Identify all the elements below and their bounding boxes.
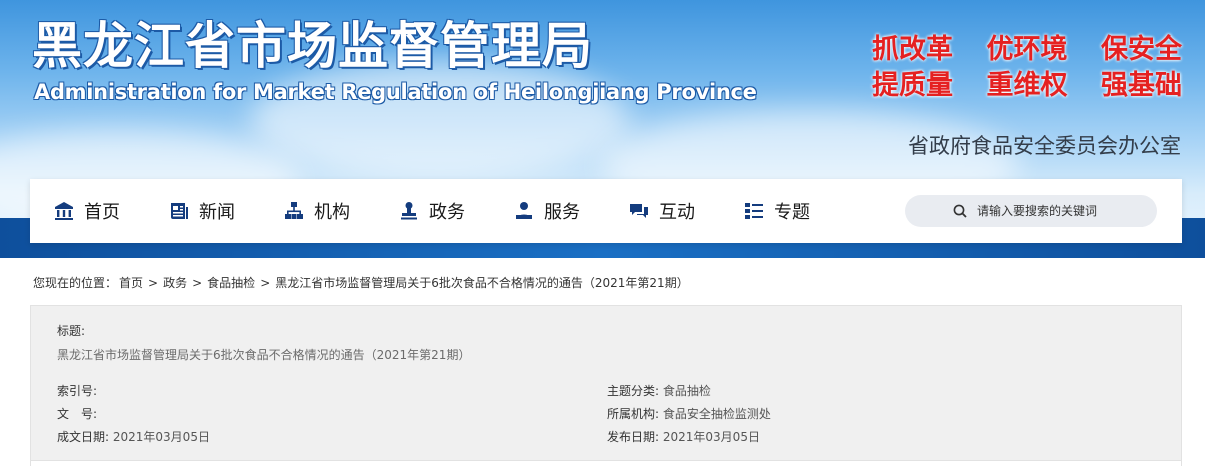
- published-date-label: 发布日期:: [607, 430, 660, 444]
- list-icon: [745, 203, 763, 219]
- created-date-field: 成文日期: 2021年03月05日: [57, 428, 210, 445]
- published-date-field: 发布日期: 2021年03月05日: [607, 428, 760, 445]
- breadcrumb-separator: >: [148, 276, 159, 290]
- org-field: 所属机构: 食品安全抽检监测处: [607, 405, 771, 422]
- title-value: 黑龙江省市场监督管理局关于6批次食品不合格情况的通告（2021年第21期）: [57, 348, 471, 362]
- nav-item-topics[interactable]: 专题: [744, 179, 859, 243]
- nav-item-label: 机构: [314, 202, 350, 223]
- search-box: [905, 195, 1157, 227]
- nav-item-affairs[interactable]: 政务: [399, 179, 514, 243]
- cloud-decoration: [250, 60, 630, 180]
- nav-item-label: 服务: [544, 202, 580, 223]
- office-name: 省政府食品安全委员会办公室: [908, 134, 1181, 158]
- nav-item-label: 首页: [84, 202, 120, 223]
- bank-icon: [55, 202, 73, 220]
- docno-field: 文 号:: [57, 405, 97, 422]
- slogan: 强基础: [1101, 70, 1182, 101]
- org-value: 食品安全抽检监测处: [662, 407, 771, 421]
- nav-item-label: 新闻: [199, 202, 235, 223]
- chat-icon: [630, 204, 648, 218]
- nav-item-home[interactable]: 首页: [54, 179, 169, 243]
- slogan-row: 提质量 重维权 强基础: [872, 68, 1182, 104]
- document-meta-panel: 标题: 黑龙江省市场监督管理局关于6批次食品不合格情况的通告（2021年第21期…: [30, 305, 1182, 471]
- nav-item-label: 专题: [774, 202, 810, 223]
- slogan: 重维权: [986, 70, 1068, 101]
- breadcrumb-separator: >: [192, 276, 203, 290]
- breadcrumb-home[interactable]: 首页: [119, 276, 143, 290]
- org-chart-icon: [285, 202, 303, 219]
- nav-item-label: 互动: [659, 202, 695, 223]
- newspaper-icon: [171, 203, 188, 219]
- site-logo-subtitle: Administration for Market Regulation of …: [34, 80, 757, 104]
- breadcrumb-separator: >: [260, 276, 271, 290]
- breadcrumb-current: 黑龙江省市场监督管理局关于6批次食品不合格情况的通告（2021年第21期）: [275, 276, 689, 290]
- slogan: 提质量: [872, 70, 953, 101]
- nav-item-label: 政务: [429, 202, 465, 223]
- search-input[interactable]: [975, 203, 1157, 219]
- slogans: 抓改革 优环境 保安全 提质量 重维权 强基础: [872, 32, 1182, 104]
- created-date-label: 成文日期:: [57, 430, 110, 444]
- breadcrumb-affairs[interactable]: 政务: [163, 276, 187, 290]
- title-label: 标题:: [57, 324, 86, 338]
- title-field: 标题:: [57, 322, 85, 339]
- nav-item-news[interactable]: 新闻: [169, 179, 284, 243]
- index-label: 索引号:: [57, 384, 98, 398]
- nav-item-service[interactable]: 服务: [514, 179, 629, 243]
- breadcrumb-prefix: 您现在的位置：: [33, 276, 118, 290]
- main-nav: 首页 新闻 机构 政务 服务 互动 专题: [30, 179, 1182, 243]
- nav-item-interact[interactable]: 互动: [629, 179, 744, 243]
- nav-list: 首页 新闻 机构 政务 服务 互动 专题: [54, 179, 859, 243]
- category-field: 主题分类: 食品抽检: [607, 382, 711, 399]
- published-date-value: 2021年03月05日: [662, 430, 760, 444]
- slogan: 优环境: [986, 34, 1068, 65]
- search-icon[interactable]: [953, 204, 967, 218]
- docno-label: 文 号:: [57, 407, 98, 421]
- user-service-icon: [516, 202, 532, 219]
- site-logo-title[interactable]: 黑龙江省市场监督管理局: [32, 14, 593, 78]
- slogan: 保安全: [1101, 34, 1182, 65]
- category-label: 主题分类:: [607, 384, 660, 398]
- category-value: 食品抽检: [662, 384, 711, 398]
- slogan-row: 抓改革 优环境 保安全: [872, 32, 1182, 68]
- org-label: 所属机构:: [607, 407, 660, 421]
- slogan: 抓改革: [872, 34, 953, 65]
- breadcrumb: 您现在的位置： 首页 > 政务 > 食品抽检 > 黑龙江省市场监督管理局关于6批次食品不合格情…: [33, 274, 691, 291]
- breadcrumb-food-inspection[interactable]: 食品抽检: [207, 276, 255, 290]
- index-field: 索引号:: [57, 382, 97, 399]
- stamp-icon: [401, 202, 417, 220]
- created-date-value: 2021年03月05日: [112, 430, 210, 444]
- nav-item-org[interactable]: 机构: [284, 179, 399, 243]
